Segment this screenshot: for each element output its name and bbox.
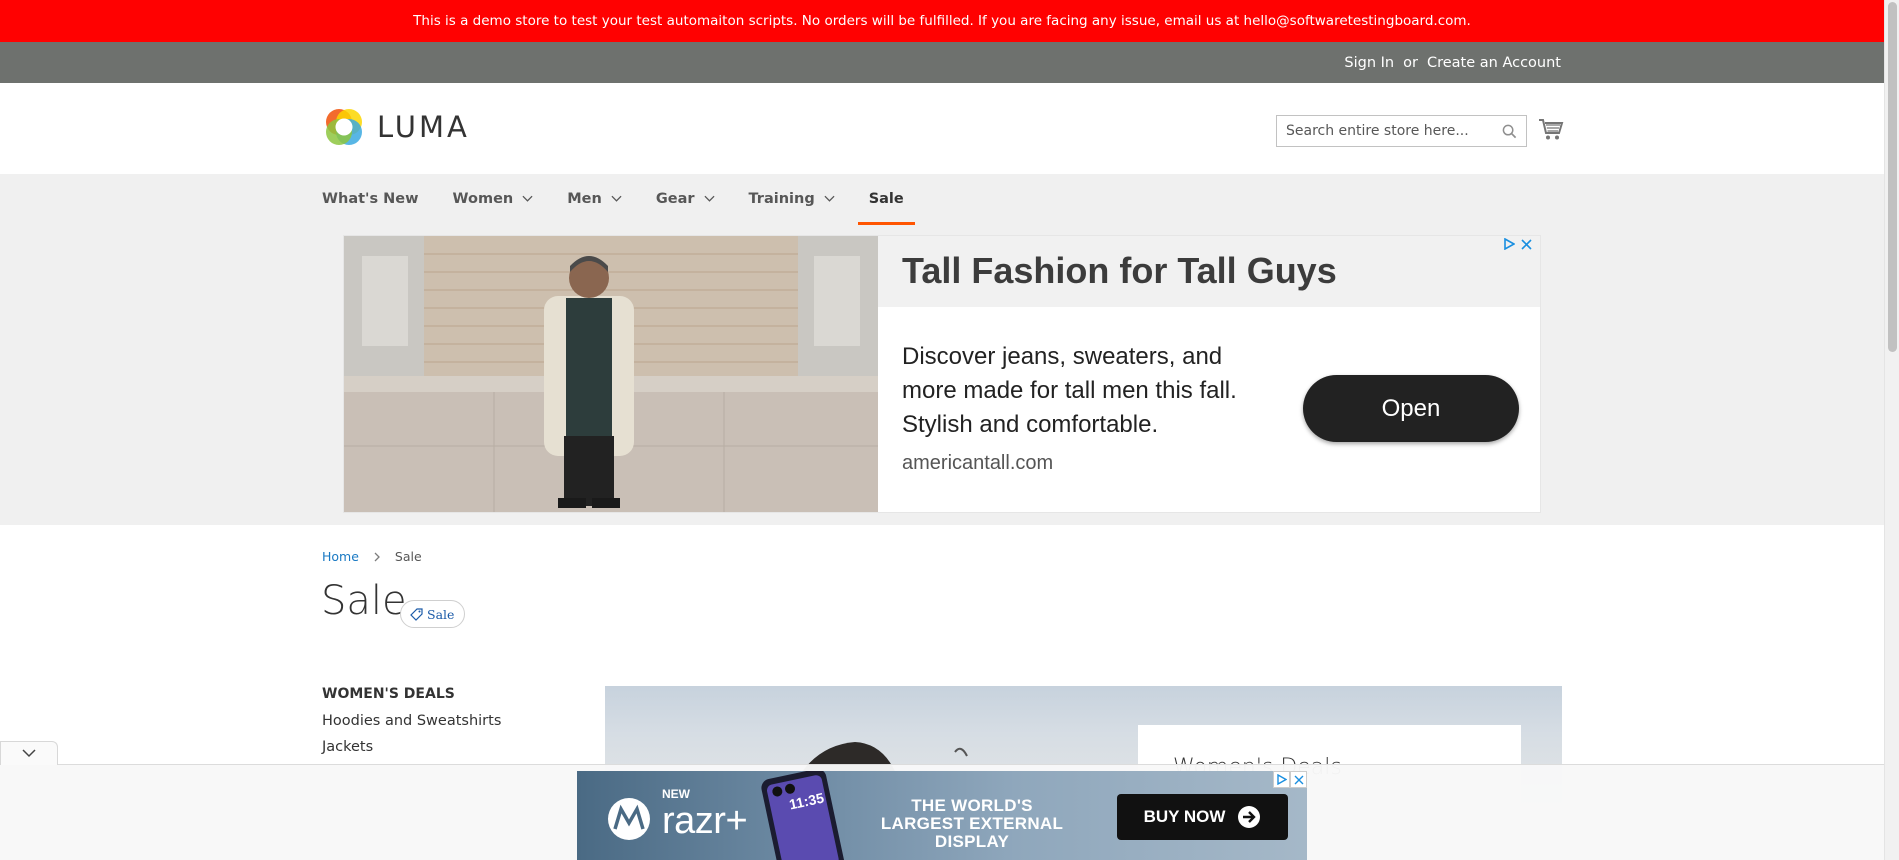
ad-choices[interactable] — [1273, 771, 1307, 788]
breadcrumb: Home Sale — [322, 549, 422, 564]
search-box — [1276, 115, 1527, 147]
nav-item-label: Training — [748, 190, 815, 207]
cart-icon[interactable] — [1538, 116, 1564, 142]
page-title: Sale — [321, 578, 407, 624]
chevron-down-icon — [703, 195, 715, 202]
nav-item-label: Sale — [868, 190, 904, 207]
close-icon[interactable] — [1290, 771, 1307, 788]
header-content: LUMA — [0, 83, 1884, 174]
ad-open-button[interactable]: Open — [1303, 375, 1519, 442]
sale-badge-label: Sale — [427, 606, 455, 622]
scrollbar-thumb[interactable] — [1888, 2, 1897, 352]
buy-now-label: BUY NOW — [1143, 807, 1226, 826]
ad-info-icon[interactable] — [1273, 771, 1290, 788]
sale-badge[interactable]: Sale — [400, 600, 466, 628]
close-icon[interactable] — [1521, 238, 1532, 250]
nav-item-label: Gear — [655, 190, 695, 207]
search-input[interactable] — [1277, 116, 1487, 146]
chevron-down-icon — [824, 195, 835, 202]
ad-domain[interactable]: americantall.com — [902, 452, 1053, 475]
logo-text: LUMA — [377, 110, 470, 144]
nav-item-label: Women — [452, 190, 514, 207]
tag-icon — [410, 607, 423, 621]
luma-logo-icon — [326, 109, 362, 145]
ad-headline-bar: Tall Fashion for Tall Guys — [878, 236, 1540, 307]
chevron-down-icon — [611, 195, 622, 202]
chevron-down-icon — [22, 749, 36, 758]
arrow-right-icon — [1238, 806, 1261, 828]
sidebar-deals: WOMEN'S DEALS Hoodies and Sweatshirts Ja… — [322, 686, 501, 765]
page-scrollbar[interactable] — [1884, 0, 1899, 860]
store-logo[interactable]: LUMA — [322, 105, 470, 149]
sidebar-heading: WOMEN'S DEALS — [322, 686, 455, 702]
header-or-text: or — [1403, 54, 1418, 71]
nav-section: What's New Women Men Gear Training Sale — [0, 174, 1884, 525]
ad-headline[interactable]: Tall Fashion for Tall Guys — [902, 250, 1337, 292]
sidebar-link-hoodies[interactable]: Hoodies and Sweatshirts — [322, 713, 501, 729]
create-account-link[interactable]: Create an Account — [1427, 55, 1561, 71]
ad-photo-man-in-jacket — [344, 236, 878, 512]
breadcrumb-current: Sale — [394, 549, 422, 564]
razr-new-label: NEW — [662, 787, 690, 801]
ad-body-text: Discover jeans, sweaters, and more made … — [902, 343, 1237, 438]
chevron-down-icon — [522, 195, 533, 202]
sidebar-link-jackets[interactable]: Jackets — [322, 739, 501, 755]
razr-ad[interactable]: NEW razr+ 11:35 THE WORLD'S LARGEST EXTE… — [577, 771, 1307, 860]
chevron-right-icon — [374, 552, 380, 561]
display-ad-banner[interactable]: Tall Fashion for Tall Guys Discover jean… — [343, 235, 1541, 513]
ad-choices[interactable] — [1504, 238, 1532, 250]
sticky-ad-toggle[interactable] — [0, 741, 58, 765]
demo-notice-text: This is a demo store to test your test a… — [413, 13, 1471, 29]
nav-item-label: What's New — [322, 190, 419, 207]
header-panel: Sign In or Create an Account — [0, 42, 1884, 83]
nav-item-women[interactable]: Women — [453, 174, 534, 223]
breadcrumb-home-link[interactable]: Home — [322, 549, 359, 564]
nav-item-label: Men — [567, 190, 602, 207]
buy-now-button[interactable]: BUY NOW — [1117, 794, 1288, 840]
nav-item-whats-new[interactable]: What's New — [322, 174, 419, 223]
razr-product-name: razr+ — [662, 800, 748, 842]
search-icon[interactable] — [1502, 124, 1517, 139]
nav-item-sale[interactable]: Sale — [857, 174, 915, 225]
nav-item-training[interactable]: Training — [749, 174, 835, 223]
nav-item-men[interactable]: Men — [567, 174, 622, 223]
razr-tagline: THE WORLD'S LARGEST EXTERNAL DISPLAY — [880, 796, 1064, 851]
main-navigation: What's New Women Men Gear Training Sale — [322, 174, 938, 225]
sign-in-link[interactable]: Sign In — [1344, 55, 1394, 71]
header-links: Sign In or Create an Account — [1344, 42, 1561, 83]
sticky-footer-ad: NEW razr+ 11:35 THE WORLD'S LARGEST EXTE… — [0, 741, 1884, 860]
nav-item-gear[interactable]: Gear — [656, 174, 715, 223]
ad-info-icon[interactable] — [1504, 238, 1515, 250]
demo-store-notice: This is a demo store to test your test a… — [0, 0, 1884, 42]
